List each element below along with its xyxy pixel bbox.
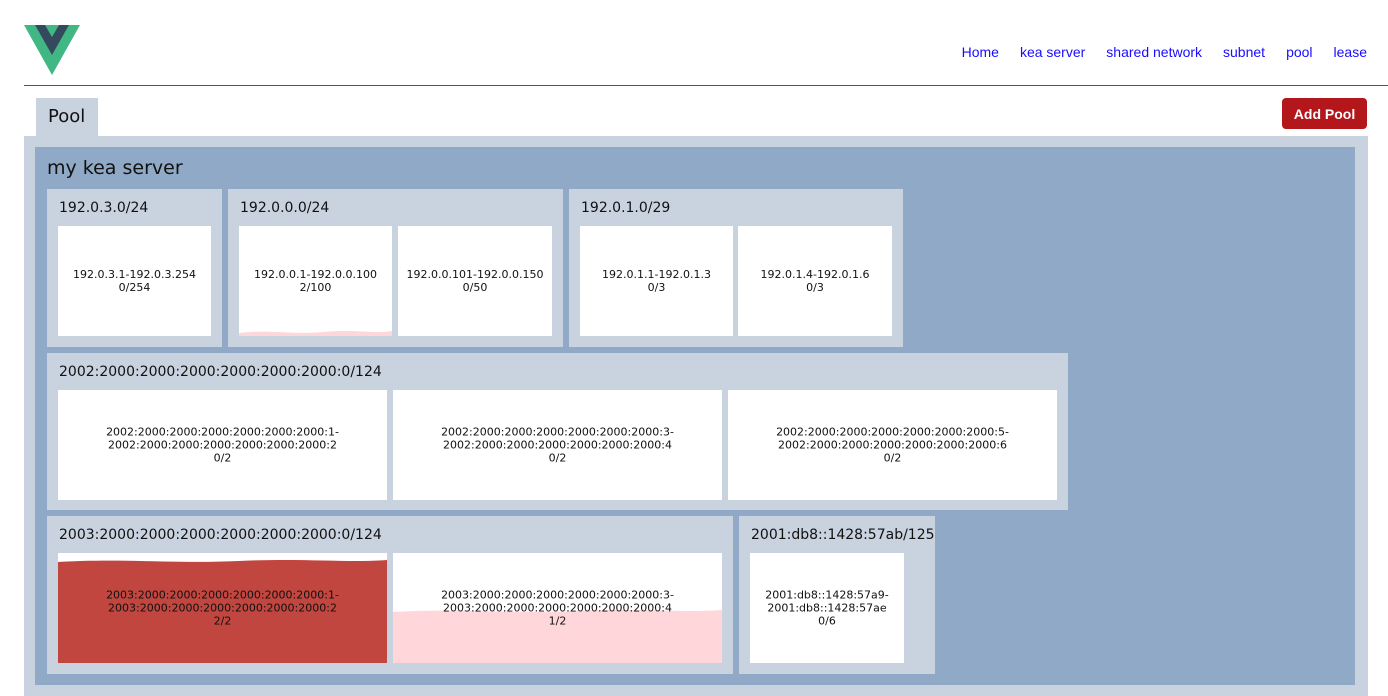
nav-kea-server-link[interactable]: kea server (1020, 44, 1085, 60)
tab-pool[interactable]: Pool (36, 98, 98, 136)
subnet-card[interactable]: 192.0.0.0/24 192.0.0.1-192.0.0.100 2/100… (228, 189, 563, 347)
main-nav: Home kea server shared network subnet po… (941, 44, 1367, 60)
subnet-cidr: 2003:2000:2000:2000:2000:2000:2000:0/124 (59, 527, 382, 543)
pool-card[interactable]: 2002:2000:2000:2000:2000:2000:2000:1- 20… (58, 390, 387, 500)
pool-range-start: 2001:db8::1428:57a9- (765, 588, 889, 602)
subnet-card[interactable]: 192.0.1.0/29 192.0.1.1-192.0.1.3 0/3 192… (569, 189, 903, 347)
pool-range-end: 2003:2000:2000:2000:2000:2000:2000:2 (108, 601, 337, 615)
nav-home-link[interactable]: Home (962, 44, 999, 60)
pool-range: 192.0.3.1-192.0.3.254 (73, 268, 196, 281)
server-name: my kea server (47, 157, 183, 179)
pool-usage: 1/2 (548, 614, 567, 628)
subnet-card[interactable]: 192.0.3.0/24 192.0.3.1-192.0.3.254 0/254 (47, 189, 222, 347)
pool-range: 192.0.1.4-192.0.1.6 (760, 268, 870, 281)
pool-range: 192.0.1.1-192.0.1.3 (602, 268, 711, 281)
pool-usage: 0/3 (647, 281, 666, 294)
header-divider (24, 85, 1388, 86)
subnet-card[interactable]: 2003:2000:2000:2000:2000:2000:2000:0/124… (47, 516, 733, 674)
pool-card[interactable]: 192.0.0.1-192.0.0.100 2/100 (239, 226, 392, 336)
pool-usage: 0/2 (883, 451, 902, 465)
pool-range-end: 2001:db8::1428:57ae (767, 601, 887, 615)
pool-range-end: 2002:2000:2000:2000:2000:2000:2000:4 (443, 438, 672, 452)
pool-range-start: 2003:2000:2000:2000:2000:2000:2000:3- (441, 588, 674, 602)
subnet-cidr: 2002:2000:2000:2000:2000:2000:2000:0/124 (59, 364, 382, 380)
nav-shared-network-link[interactable]: shared network (1106, 44, 1202, 60)
pool-usage: 2/100 (299, 281, 332, 294)
subnet-card[interactable]: 2002:2000:2000:2000:2000:2000:2000:0/124… (47, 353, 1068, 510)
pool-card[interactable]: 2003:2000:2000:2000:2000:2000:2000:1- 20… (58, 553, 387, 663)
subnet-card[interactable]: 2001:db8::1428:57ab/125 2001:db8::1428:5… (739, 516, 935, 674)
pool-range: 192.0.0.101-192.0.0.150 (406, 268, 544, 281)
pool-range-start: 2002:2000:2000:2000:2000:2000:2000:1- (106, 425, 339, 439)
pool-usage: 0/2 (548, 451, 567, 465)
subnet-cidr: 192.0.0.0/24 (240, 200, 330, 216)
pool-usage: 0/254 (118, 281, 151, 294)
pool-card[interactable]: 192.0.1.4-192.0.1.6 0/3 (738, 226, 892, 336)
pool-range-end: 2002:2000:2000:2000:2000:2000:2000:2 (108, 438, 337, 452)
pool-card[interactable]: 2001:db8::1428:57a9- 2001:db8::1428:57ae… (750, 553, 904, 663)
pool-range-start: 2002:2000:2000:2000:2000:2000:2000:5- (776, 425, 1009, 439)
pool-card[interactable]: 2002:2000:2000:2000:2000:2000:2000:5- 20… (728, 390, 1057, 500)
subnet-cidr: 2001:db8::1428:57ab/125 (751, 527, 935, 543)
pool-usage: 0/50 (462, 281, 488, 294)
pool-usage: 2/2 (213, 614, 232, 628)
pool-range-start: 2002:2000:2000:2000:2000:2000:2000:3- (441, 425, 674, 439)
subnet-cidr: 192.0.3.0/24 (59, 200, 149, 216)
pool-card[interactable]: 192.0.0.101-192.0.0.150 0/50 (398, 226, 552, 336)
pool-card[interactable]: 2002:2000:2000:2000:2000:2000:2000:3- 20… (393, 390, 722, 500)
pool-utilization-fill (239, 331, 392, 336)
pool-usage: 0/6 (818, 614, 836, 628)
pool-usage: 0/3 (806, 281, 824, 294)
pool-range: 192.0.0.1-192.0.0.100 (254, 268, 377, 281)
pool-range-end: 2003:2000:2000:2000:2000:2000:2000:4 (443, 601, 672, 615)
pool-card[interactable]: 192.0.3.1-192.0.3.254 0/254 (58, 226, 211, 336)
pool-card[interactable]: 2003:2000:2000:2000:2000:2000:2000:3- 20… (393, 553, 722, 663)
nav-pool-link[interactable]: pool (1286, 44, 1312, 60)
nav-subnet-link[interactable]: subnet (1223, 44, 1265, 60)
vue-logo-icon[interactable] (24, 25, 80, 75)
pool-card[interactable]: 192.0.1.1-192.0.1.3 0/3 (580, 226, 733, 336)
pool-range-end: 2002:2000:2000:2000:2000:2000:2000:6 (778, 438, 1007, 452)
subnet-cidr: 192.0.1.0/29 (581, 200, 671, 216)
pool-range-start: 2003:2000:2000:2000:2000:2000:2000:1- (106, 588, 339, 602)
pool-usage: 0/2 (213, 451, 232, 465)
add-pool-button[interactable]: Add Pool (1282, 98, 1367, 129)
nav-lease-link[interactable]: lease (1334, 44, 1367, 60)
